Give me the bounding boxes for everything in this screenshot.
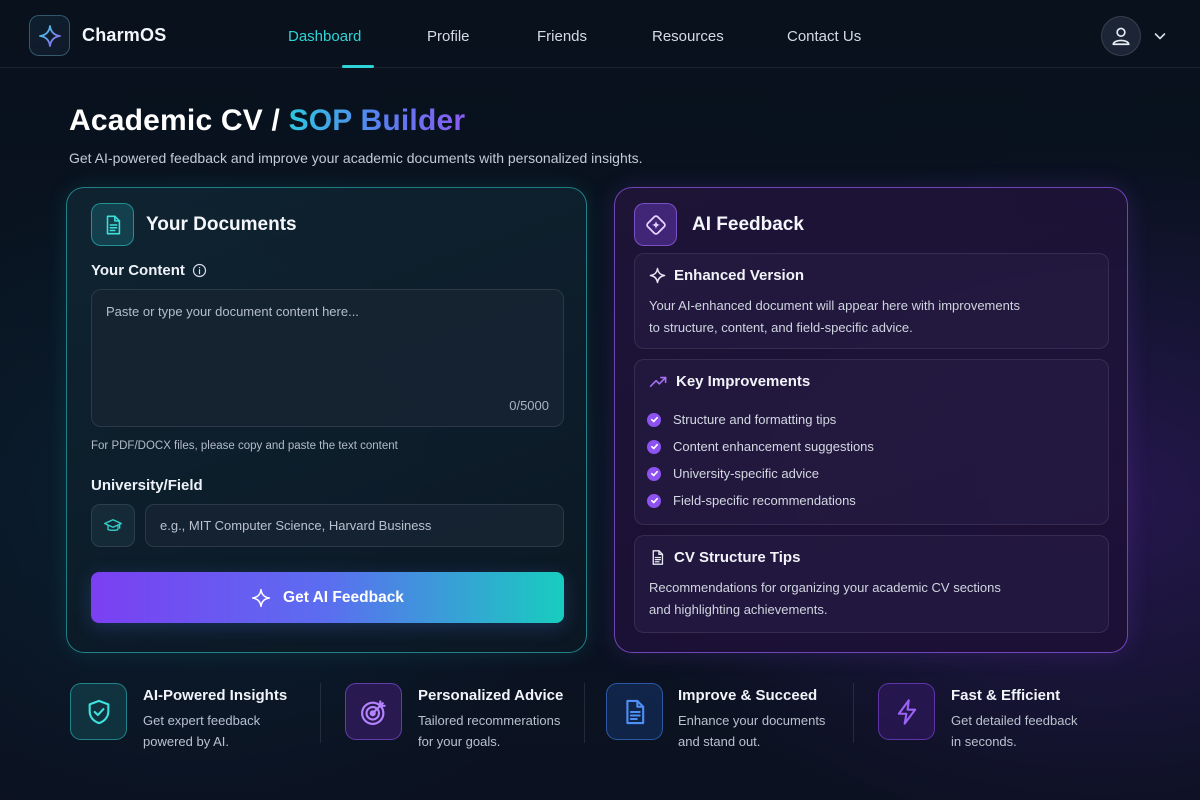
feature-title: Fast & Efficient xyxy=(951,687,1061,704)
list-item: University-specific advice xyxy=(647,460,874,487)
feature-title: Improve & Succeed xyxy=(678,687,818,704)
top-navigation-bar: CharmOS Dashboard Profile Friends Resour… xyxy=(0,0,1200,68)
documents-card: Your Documents Your Content Paste or typ… xyxy=(66,187,587,653)
user-avatar[interactable] xyxy=(1101,16,1141,56)
page-title-accent: SOP Builder xyxy=(288,104,466,137)
chevron-down-icon[interactable] xyxy=(1152,28,1168,44)
ai-feedback-card: AI Feedback Enhanced Version Your AI-enh… xyxy=(614,187,1128,653)
enhanced-version-header: Enhanced Version xyxy=(649,267,804,284)
page-title: Academic CV / SOP Builder xyxy=(69,104,465,138)
list-item: Content enhancement suggestions xyxy=(647,433,874,460)
main-nav: Dashboard Profile Friends Resources Cont… xyxy=(288,0,861,68)
page-subtitle: Get AI-powered feedback and improve your… xyxy=(69,150,643,166)
nav-dashboard[interactable]: Dashboard xyxy=(288,0,427,68)
nav-contact-us[interactable]: Contact Us xyxy=(787,0,861,68)
check-circle-icon xyxy=(647,412,661,427)
documents-card-title: Your Documents xyxy=(146,214,297,235)
page-title-main: Academic CV / xyxy=(69,104,289,137)
cv-structure-tips-panel: CV Structure Tips Recommendations for or… xyxy=(634,535,1109,633)
check-circle-icon xyxy=(647,466,661,481)
improvement-text: Field-specific recommendations xyxy=(673,493,856,508)
cv-structure-tips-title: CV Structure Tips xyxy=(674,549,801,566)
divider xyxy=(584,683,585,743)
improvement-text: Content enhancement suggestions xyxy=(673,439,874,454)
university-label: University/Field xyxy=(91,477,203,494)
enhanced-version-title: Enhanced Version xyxy=(674,267,805,284)
feature-desc-line: Get expert feedback xyxy=(143,713,261,728)
feature-desc-line: in seconds. xyxy=(951,734,1017,749)
shield-check-icon xyxy=(70,683,127,740)
check-circle-icon xyxy=(647,439,661,454)
divider xyxy=(853,683,854,743)
cv-structure-tips-text: Recommendations for organizing your acad… xyxy=(649,577,1001,620)
cv-tips-line-1: Recommendations for organizing your acad… xyxy=(649,580,1001,595)
character-count: 0/5000 xyxy=(509,398,549,413)
improvements-list: Structure and formatting tips Content en… xyxy=(647,406,874,514)
content-textarea[interactable]: Paste or type your document content here… xyxy=(91,289,564,427)
feature-description: Get detailed feedback in seconds. xyxy=(951,710,1077,752)
graduation-cap-icon xyxy=(91,504,135,547)
info-icon[interactable] xyxy=(192,263,207,278)
nav-resources[interactable]: Resources xyxy=(652,0,787,68)
document-icon xyxy=(652,550,664,565)
improvement-text: Structure and formatting tips xyxy=(673,412,837,427)
key-improvements-title: Key Improvements xyxy=(676,373,811,390)
feature-title: AI-Powered Insights xyxy=(143,687,288,704)
target-icon xyxy=(345,683,402,740)
feature-desc-line: for your goals. xyxy=(418,734,501,749)
sparkle-icon xyxy=(251,588,271,607)
feature-desc-line: and stand out. xyxy=(678,734,761,749)
divider xyxy=(320,683,321,743)
content-placeholder: Paste or type your document content here… xyxy=(106,304,359,319)
list-item: Structure and formatting tips xyxy=(647,406,874,433)
university-input[interactable]: e.g., MIT Computer Science, Harvard Busi… xyxy=(145,504,564,547)
brand[interactable]: CharmOS xyxy=(29,15,166,56)
sparkle-logo-icon xyxy=(29,15,70,56)
feature-desc-line: Tailored recommerations xyxy=(418,713,561,728)
user-icon xyxy=(1112,27,1130,46)
feature-title: Personalized Advice xyxy=(418,687,564,704)
document-icon xyxy=(91,203,134,246)
get-ai-feedback-button[interactable]: Get AI Feedback xyxy=(91,572,564,623)
file-hint: For PDF/DOCX files, please copy and past… xyxy=(91,440,398,452)
feature-desc-line: powered by AI. xyxy=(143,734,229,749)
content-label: Your Content xyxy=(91,262,207,279)
sparkle-icon xyxy=(649,267,666,284)
lightning-icon xyxy=(878,683,935,740)
cv-tips-line-2: and highlighting achievements. xyxy=(649,601,828,617)
ai-feedback-title: AI Feedback xyxy=(692,214,804,235)
cv-structure-tips-header: CV Structure Tips xyxy=(649,549,800,566)
list-item: Field-specific recommendations xyxy=(647,487,874,514)
document-icon xyxy=(606,683,663,740)
feature-description: Tailored recommerations for your goals. xyxy=(418,710,560,752)
enhanced-version-line-2: to structure, content, and field-specifi… xyxy=(649,319,913,335)
trending-up-icon xyxy=(649,376,667,388)
check-circle-icon xyxy=(647,493,661,508)
enhanced-version-text: Your AI-enhanced document will appear he… xyxy=(649,295,1020,338)
diamond-sparkle-icon xyxy=(634,203,677,246)
brand-name: CharmOS xyxy=(82,25,167,45)
feature-desc-line: Enhance your documents xyxy=(678,713,826,728)
nav-profile[interactable]: Profile xyxy=(427,0,537,68)
feature-description: Enhance your documents and stand out. xyxy=(678,710,825,752)
enhanced-version-line-1: Your AI-enhanced document will appear he… xyxy=(649,298,1020,313)
nav-friends[interactable]: Friends xyxy=(537,0,652,68)
content-label-text: Your Content xyxy=(91,262,185,279)
key-improvements-header: Key Improvements xyxy=(649,373,810,390)
feature-description: Get expert feedback powered by AI. xyxy=(143,710,260,752)
enhanced-version-panel: Enhanced Version Your AI-enhanced docume… xyxy=(634,253,1109,349)
feature-desc-line: Get detailed feedback xyxy=(951,713,1078,728)
key-improvements-panel: Key Improvements Structure and formattin… xyxy=(634,359,1109,525)
improvement-text: University-specific advice xyxy=(673,466,819,481)
get-ai-feedback-label: Get AI Feedback xyxy=(283,588,404,606)
